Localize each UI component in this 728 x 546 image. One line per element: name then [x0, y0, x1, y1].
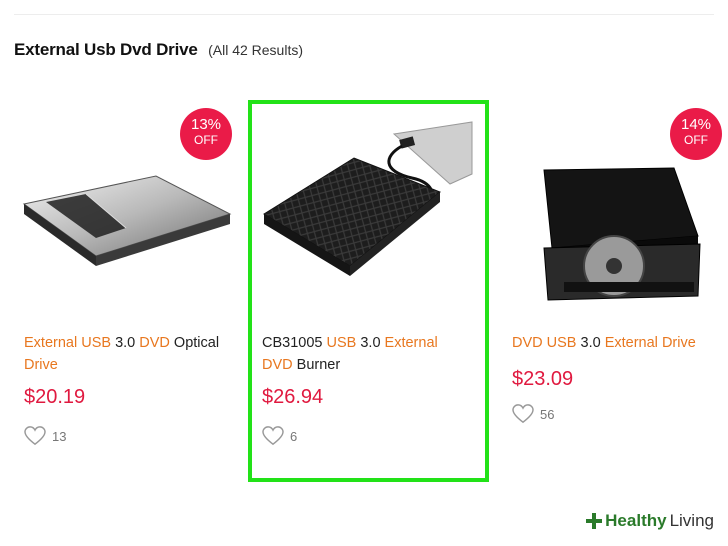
product-price: $20.19 — [24, 386, 86, 408]
title-keyword: External — [604, 335, 658, 351]
page-title: External Usb Dvd Drive — [14, 40, 198, 59]
product-title-link[interactable]: DVD USB 3.0 External Drive — [512, 332, 712, 354]
discount-badge: 14% OFF — [670, 108, 722, 160]
top-divider — [14, 14, 714, 15]
title-keyword: DVD — [139, 335, 170, 351]
title-keyword: Drive — [661, 335, 696, 351]
title-keyword: External — [24, 335, 78, 351]
wishlist[interactable]: 13 — [24, 426, 66, 446]
product-card[interactable]: 14% OFF DVD USB 3.0 External Drive $23.0… — [498, 96, 728, 476]
title-keyword: USB — [546, 335, 577, 351]
plus-icon — [586, 513, 603, 529]
title-text: 3.0 — [576, 335, 605, 351]
title-text: 3.0 — [111, 335, 140, 351]
results-count: (All 42 Results) — [208, 42, 303, 58]
likes-count: 56 — [540, 406, 555, 422]
product-card[interactable]: 13% OFF External USB 3.0 DVD Optical Dri… — [10, 96, 242, 476]
watermark-suffix: Living — [669, 511, 714, 530]
title-text: Optical — [169, 335, 220, 351]
watermark: Healthy Living — [581, 510, 718, 532]
heart-icon[interactable] — [512, 404, 534, 424]
watermark-brand: Healthy — [605, 511, 667, 530]
product-price: $23.09 — [512, 368, 574, 390]
discount-badge: 13% OFF — [180, 108, 232, 160]
results-header: External Usb Dvd Drive (All 42 Results) — [14, 40, 303, 60]
title-keyword: Drive — [24, 357, 58, 373]
title-keyword: USB — [81, 335, 112, 351]
heart-icon[interactable] — [24, 426, 46, 446]
highlight-frame — [248, 100, 489, 482]
likes-count: 13 — [52, 428, 67, 444]
product-title-link[interactable]: External USB 3.0 DVD Optical Drive — [24, 332, 224, 376]
wishlist[interactable]: 56 — [512, 404, 554, 424]
title-keyword: DVD — [512, 335, 543, 351]
